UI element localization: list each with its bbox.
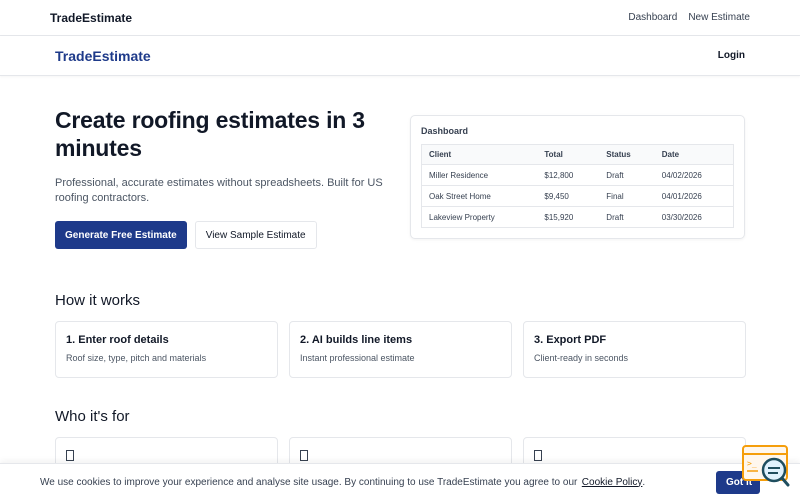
dashboard-title: Dashboard — [421, 126, 469, 136]
cell-client: Oak Street Home — [421, 185, 538, 207]
cell-date: 04/02/2026 — [654, 164, 734, 186]
generate-estimate-button[interactable]: Generate Free Estimate — [55, 221, 187, 249]
dashboard-preview: Dashboard Client Total Status Date Mille… — [410, 115, 745, 239]
step-title: 3. Export PDF — [534, 334, 607, 346]
cookie-text: We use cookies to improve your experienc… — [40, 476, 578, 488]
step-card: 2. AI builds line items Instant professi… — [289, 321, 512, 378]
cell-status: Final — [599, 185, 655, 207]
table-header-row: Client Total Status Date — [421, 144, 734, 165]
cookie-banner: We use cookies to improve your experienc… — [0, 463, 800, 500]
login-link[interactable]: Login — [718, 50, 745, 61]
dashboard-link[interactable]: Dashboard — [628, 12, 677, 23]
placeholder-box-icon — [534, 450, 542, 461]
col-client: Client — [421, 144, 538, 165]
step-card: 3. Export PDF Client-ready in seconds — [523, 321, 746, 378]
view-sample-button[interactable]: View Sample Estimate — [194, 221, 317, 249]
chat-widget-graphic: >_ — [742, 445, 790, 487]
placeholder-box-icon — [300, 450, 308, 461]
main-navbar: TradeEstimate Login — [0, 36, 800, 76]
cell-date: 03/30/2026 — [654, 206, 734, 228]
col-total: Total — [537, 144, 600, 165]
top-brand[interactable]: TradeEstimate — [50, 11, 132, 25]
hero-subtitle: Professional, accurate estimates without… — [55, 177, 383, 204]
cell-total: $9,450 — [537, 185, 600, 207]
cell-status: Draft — [599, 164, 655, 186]
cookie-period: . — [642, 476, 646, 488]
top-bar: TradeEstimate Dashboard New Estimate — [0, 0, 800, 36]
table-row[interactable]: Miller Residence $12,800 Draft 04/02/202… — [421, 164, 734, 186]
table-row[interactable]: Oak Street Home $9,450 Final 04/01/2026 — [421, 185, 734, 207]
cell-total: $15,920 — [537, 206, 600, 228]
who-its-for-title: Who it's for — [55, 408, 130, 425]
how-it-works-cards: 1. Enter roof details Roof size, type, p… — [55, 321, 746, 378]
new-estimate-link[interactable]: New Estimate — [688, 12, 750, 23]
hero-title: Create roofing estimates in 3 minutes — [55, 107, 365, 161]
logo[interactable]: TradeEstimate — [55, 48, 151, 64]
cell-status: Draft — [599, 206, 655, 228]
cookie-policy-link[interactable]: Cookie Policy — [582, 477, 643, 488]
step-desc: Instant professional estimate — [300, 353, 415, 363]
top-links: Dashboard New Estimate — [628, 12, 750, 23]
step-card: 1. Enter roof details Roof size, type, p… — [55, 321, 278, 378]
svg-text:>_: >_ — [747, 459, 757, 468]
hero-buttons: Generate Free Estimate View Sample Estim… — [55, 221, 395, 249]
chat-widget-icon[interactable]: >_ — [742, 445, 790, 489]
col-status: Status — [599, 144, 655, 165]
how-it-works-title: How it works — [55, 292, 141, 309]
hero-section: Create roofing estimates in 3 minutes Pr… — [55, 106, 395, 249]
step-desc: Roof size, type, pitch and materials — [66, 353, 207, 363]
cell-total: $12,800 — [537, 164, 600, 186]
step-title: 1. Enter roof details — [66, 334, 169, 346]
col-date: Date — [654, 144, 734, 165]
placeholder-box-icon — [66, 450, 74, 461]
cell-client: Miller Residence — [421, 164, 538, 186]
estimates-table: Client Total Status Date Miller Residenc… — [421, 144, 734, 228]
step-title: 2. AI builds line items — [300, 334, 413, 346]
step-desc: Client-ready in seconds — [534, 353, 629, 363]
cell-date: 04/01/2026 — [654, 185, 734, 207]
cell-client: Lakeview Property — [421, 206, 538, 228]
table-row[interactable]: Lakeview Property $15,920 Draft 03/30/20… — [421, 206, 734, 228]
